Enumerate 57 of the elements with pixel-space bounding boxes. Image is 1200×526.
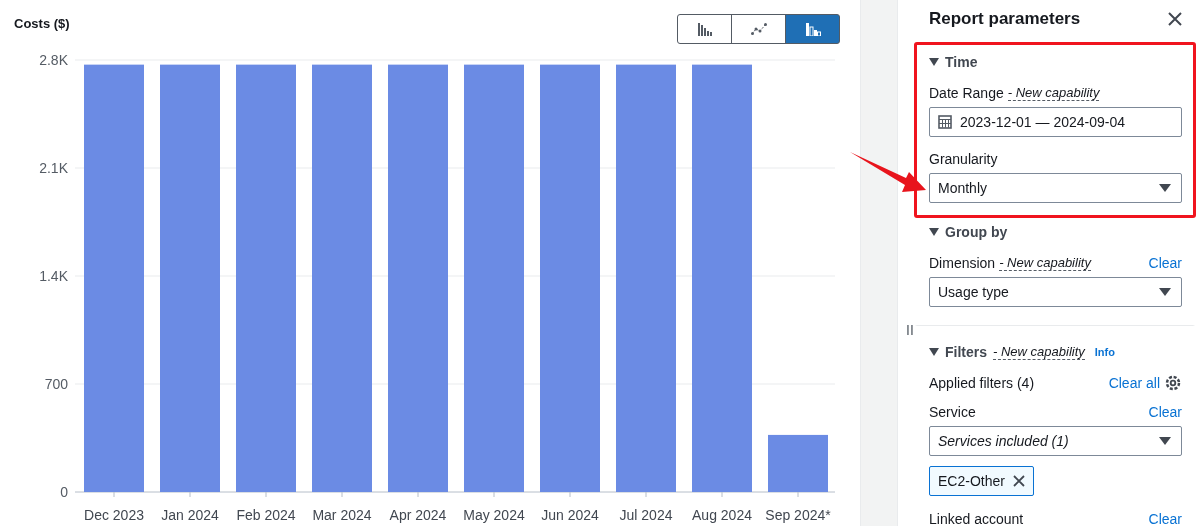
field-label: Service (929, 404, 976, 420)
clear-all-link[interactable]: Clear all (1108, 375, 1160, 391)
chart-view-button[interactable] (785, 14, 840, 44)
axis-tick-label: 2.8K (39, 52, 68, 68)
field-label: Applied filters (4) (929, 375, 1035, 391)
section-title[interactable]: Group by (945, 224, 1008, 240)
field-note[interactable]: - New capability (1007, 85, 1100, 101)
axis-tick-label: Jan 2024 (161, 507, 219, 523)
dropdown-caret-icon (1159, 288, 1171, 296)
settings-icon[interactable] (1164, 374, 1182, 392)
select-field[interactable]: Services included (1) (929, 426, 1182, 456)
section-note[interactable]: - New capability (993, 344, 1085, 360)
resize-handle[interactable]: II (906, 322, 914, 338)
bar-chart-icon (696, 22, 713, 36)
axis-tick-label: Apr 2024 (389, 507, 447, 523)
caret-icon[interactable] (929, 228, 939, 236)
date-range-field[interactable]: 2023-12-01 — 2024-09-04 (929, 107, 1182, 137)
clear-link[interactable]: Clear (1148, 404, 1182, 420)
axis-title: Costs ($) (14, 16, 70, 31)
field-note[interactable]: - New capability (999, 255, 1091, 271)
calendar-icon (938, 115, 952, 129)
panel-title: Report parameters (929, 9, 1081, 29)
field-label: Dimension (929, 255, 996, 271)
info-link[interactable]: Info (1094, 346, 1115, 358)
axis-tick-label: 2.1K (39, 160, 68, 176)
axis-tick-label: Aug 2024 (692, 507, 752, 523)
chart-view-button[interactable] (677, 14, 732, 44)
caret-icon[interactable] (929, 58, 939, 66)
axis-tick-label: Sep 2024* (765, 507, 831, 523)
axis-tick-label: 1.4K (39, 268, 68, 284)
select-field[interactable]: Monthly (929, 173, 1182, 203)
field-label: Date Range (929, 85, 1004, 101)
clear-link[interactable]: Clear (1148, 255, 1182, 271)
chart-view-button[interactable] (731, 14, 786, 44)
token-label: EC2-Other (938, 473, 1005, 489)
section-title[interactable]: Filters (945, 344, 987, 360)
axis-tick-label: Feb 2024 (236, 507, 296, 523)
field-label: Linked account (929, 511, 1024, 526)
field-label: Granularity (929, 151, 998, 167)
axis-tick-label: Jul 2024 (619, 507, 673, 523)
axis-tick-label: Jun 2024 (541, 507, 599, 523)
section-title[interactable]: Time (945, 54, 978, 70)
caret-icon[interactable] (929, 348, 939, 356)
cost-bar (768, 434, 828, 492)
stacked-bar-icon (804, 22, 821, 36)
axis-tick-label: May 2024 (463, 507, 525, 523)
close-icon[interactable] (1168, 12, 1182, 26)
remove-icon[interactable] (1012, 475, 1025, 487)
clear-link[interactable]: Clear (1148, 511, 1182, 526)
axis-tick-label: 0 (60, 484, 68, 500)
select-field[interactable]: Usage type (929, 277, 1182, 307)
axis-tick-label: 700 (44, 376, 68, 392)
dropdown-caret-icon (1159, 184, 1171, 192)
axis-tick-label: Dec 2023 (84, 507, 144, 523)
axis-tick-label: Mar 2024 (312, 507, 372, 523)
dropdown-caret-icon (1159, 437, 1171, 445)
line-chart-icon (750, 23, 767, 35)
